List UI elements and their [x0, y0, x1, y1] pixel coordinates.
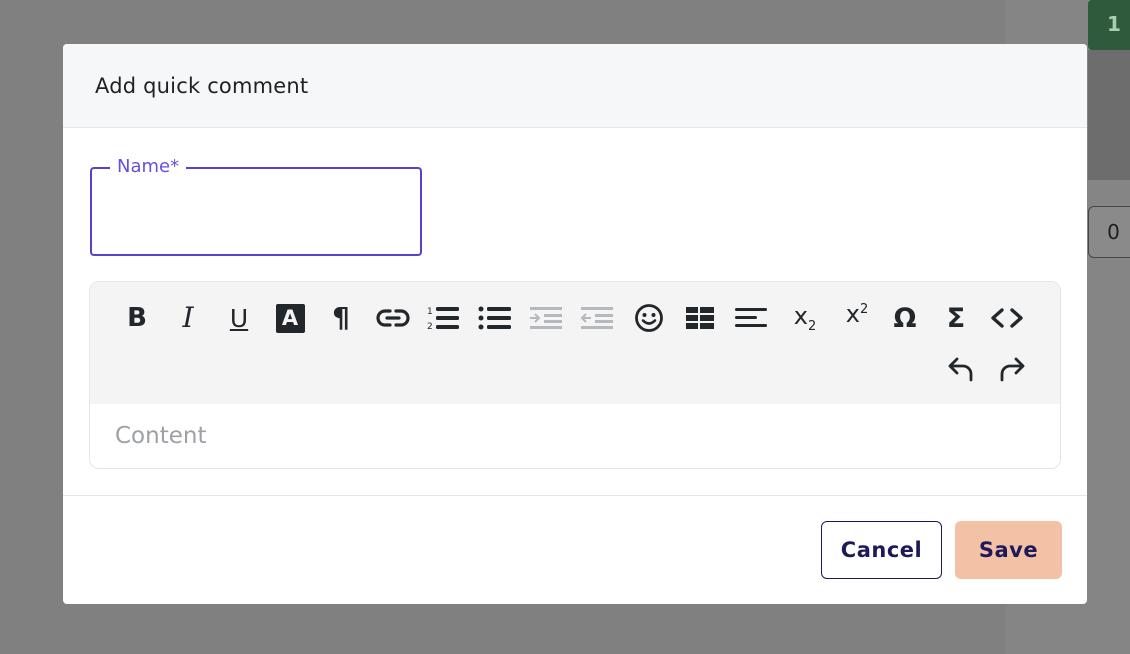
editor-content-area[interactable]: Content	[90, 404, 1060, 468]
indent-icon[interactable]	[525, 298, 567, 338]
bulleted-list-icon[interactable]	[474, 298, 516, 338]
undo-icon[interactable]	[940, 349, 982, 389]
dialog-body: Name* B I U A ¶ 1 2 x2 x2 Ω Σ Content	[63, 128, 1087, 496]
outdent-icon[interactable]	[576, 298, 618, 338]
add-quick-comment-dialog: Add quick comment Name* B I U A ¶ 1 2 x2…	[63, 44, 1087, 604]
svg-text:1: 1	[427, 307, 433, 317]
redo-icon[interactable]	[991, 349, 1033, 389]
svg-text:2: 2	[427, 322, 433, 331]
underline-icon[interactable]: U	[218, 298, 260, 338]
superscript-icon[interactable]: x2	[836, 294, 878, 334]
text-color-icon[interactable]: A	[269, 298, 311, 338]
background-badge: 1	[1088, 0, 1130, 50]
name-input[interactable]	[92, 169, 420, 254]
background-count: 0	[1088, 206, 1130, 258]
numbered-list-icon[interactable]: 12	[423, 298, 465, 338]
dialog-header: Add quick comment	[63, 44, 1087, 128]
cancel-button[interactable]: Cancel	[821, 521, 942, 579]
paragraph-icon[interactable]: ¶	[320, 298, 362, 338]
table-icon[interactable]	[679, 298, 721, 338]
bold-icon[interactable]: B	[116, 298, 158, 338]
link-icon[interactable]	[372, 298, 414, 338]
emoji-icon[interactable]	[628, 298, 670, 338]
italic-icon[interactable]: I	[167, 298, 209, 338]
editor-toolbar: B I U A ¶ 12 x2 x2 Ω Σ	[90, 282, 1060, 404]
content-placeholder: Content	[115, 423, 207, 449]
dialog-title: Add quick comment	[95, 73, 309, 98]
subscript-icon[interactable]: x2	[784, 298, 826, 338]
save-button[interactable]: Save	[955, 521, 1062, 579]
formula-icon[interactable]: Σ	[935, 298, 977, 338]
dialog-footer: Cancel Save	[63, 496, 1087, 604]
name-field[interactable]: Name*	[90, 155, 422, 256]
rich-text-editor: B I U A ¶ 12 x2 x2 Ω Σ Content	[89, 281, 1061, 469]
align-left-icon[interactable]	[730, 298, 772, 338]
special-character-icon[interactable]: Ω	[884, 298, 926, 338]
code-icon[interactable]	[986, 298, 1028, 338]
background-block	[1088, 50, 1130, 180]
